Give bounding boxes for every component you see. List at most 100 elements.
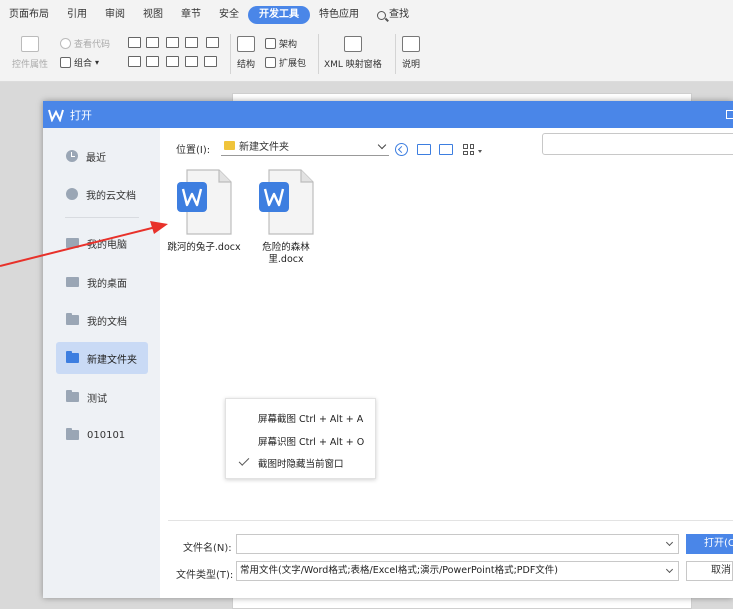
sidebar-item-010101[interactable]: 010101 [56, 419, 148, 451]
sidebar-item-recent[interactable]: 最近 [56, 140, 148, 172]
sidebar-item-label: 我的云文档 [86, 190, 136, 202]
sidebar-item-label: 测试 [87, 393, 107, 405]
file-name: 危险的森林里.docx [262, 242, 310, 265]
tab-view[interactable]: 视图 [134, 6, 172, 24]
filename-input[interactable] [236, 534, 679, 554]
image-control-icon[interactable] [166, 37, 179, 48]
cloud-icon [66, 188, 78, 200]
dialog-title: 打开 [70, 108, 92, 122]
check-icon [238, 455, 250, 466]
date-control-icon[interactable] [166, 56, 179, 67]
clock-icon [66, 150, 78, 162]
combo-control-icon[interactable] [128, 56, 141, 67]
control-properties-label: 控件属性 [12, 60, 49, 70]
filename-label: 文件名(N): [183, 543, 232, 554]
view-code-button[interactable]: 查看代码 [60, 37, 110, 50]
sidebar-item-my-documents[interactable]: 我的文档 [56, 304, 148, 336]
xml-mapping-label: XML 映射窗格 [324, 60, 382, 70]
view-mode-dropdown-icon[interactable] [478, 150, 482, 153]
group-button[interactable]: 组合 ▾ [60, 56, 99, 69]
help-icon [402, 36, 420, 52]
sidebar-item-label: 010101 [87, 429, 126, 441]
ribbon-tabs: 页面布局 引用 审阅 视图 章节 安全 开发工具 特色应用 查找 [0, 0, 733, 30]
toolbar-divider [395, 34, 396, 74]
control-properties-icon [21, 36, 39, 52]
group-icon [60, 57, 71, 68]
screenshot-context-menu: 屏幕截图 Ctrl + Alt + A 屏幕识图 Ctrl + Alt + O … [225, 398, 376, 479]
help-button[interactable]: 说明 [402, 36, 420, 70]
tab-developer-tools[interactable]: 开发工具 [248, 6, 310, 24]
desktop-icon [66, 277, 79, 287]
wps-writer-icon [48, 109, 64, 122]
architecture-button[interactable]: 架构 [265, 37, 297, 50]
filetype-value: 常用文件(文字/Word格式;表格/Excel格式;演示/PowerPoint格… [240, 565, 559, 576]
word-document-icon [177, 169, 232, 235]
tab-featured-apps[interactable]: 特色应用 [310, 6, 368, 24]
group-dropdown-icon: ▾ [95, 58, 100, 67]
file-item[interactable]: 危险的森林里.docx [246, 168, 326, 266]
tab-chapter[interactable]: 章节 [172, 6, 210, 24]
ribbon-toolbar: 控件属性 查看代码 组合 ▾ 结构 架构 扩展包 XML 映射窗格 说明 [0, 32, 733, 78]
dialog-search-input[interactable] [542, 133, 733, 155]
control-properties-button[interactable]: 控件属性 [12, 36, 48, 70]
extension-pack-button[interactable]: 扩展包 [265, 56, 306, 69]
cancel-button[interactable]: 取消 [686, 561, 733, 581]
location-value: 新建文件夹 [239, 142, 289, 153]
sidebar-item-label: 我的文档 [87, 316, 127, 328]
text-control-icon[interactable] [128, 37, 141, 48]
sidebar-item-test[interactable]: 测试 [56, 381, 148, 413]
help-label: 说明 [402, 60, 421, 70]
tab-find-label: 查找 [389, 9, 409, 20]
view-mode-icon[interactable] [463, 144, 474, 155]
footer-divider [168, 520, 733, 521]
more-controls-icon[interactable] [204, 56, 217, 67]
gallery-control-icon[interactable] [185, 37, 198, 48]
structure-button[interactable]: 结构 [237, 36, 255, 70]
chevron-down-icon [377, 140, 387, 150]
filetype-select[interactable]: 常用文件(文字/Word格式;表格/Excel格式;演示/PowerPoint格… [236, 561, 679, 581]
ribbon: 页面布局 引用 审阅 视图 章节 安全 开发工具 特色应用 查找 控件属性 查看… [0, 0, 733, 82]
extension-pack-label: 扩展包 [279, 59, 307, 69]
tab-find[interactable]: 查找 [368, 6, 418, 24]
architecture-icon [265, 38, 276, 49]
sidebar-item-new-folder[interactable]: 新建文件夹 [56, 342, 148, 374]
legacy-control-icon[interactable] [185, 56, 198, 67]
open-button[interactable]: 打开(O) [686, 534, 733, 554]
rich-text-control-icon[interactable] [146, 37, 159, 48]
sidebar-item-label: 我的桌面 [87, 278, 127, 290]
open-dialog: 打开 最近 我的云文档 我的电脑 我的桌面 我的文档 新建文件夹 测试 0101… [43, 101, 733, 598]
sidebar-item-label: 新建文件夹 [87, 354, 137, 366]
sidebar-item-cloud-docs[interactable]: 我的云文档 [56, 178, 148, 210]
folder-icon [224, 141, 235, 150]
tab-references[interactable]: 引用 [58, 6, 96, 24]
structure-label: 结构 [237, 60, 256, 70]
maximize-icon[interactable] [726, 110, 733, 119]
annotation-arrow-icon [0, 221, 168, 267]
view-code-icon [60, 38, 71, 49]
menu-item-hide-window[interactable]: 截图时隐藏当前窗口 [258, 456, 344, 470]
tab-security[interactable]: 安全 [210, 6, 248, 24]
location-dropdown[interactable]: 新建文件夹 [221, 136, 389, 156]
sidebar-item-label: 最近 [86, 152, 106, 164]
dialog-sidebar: 最近 我的云文档 我的电脑 我的桌面 我的文档 新建文件夹 测试 010101 [43, 128, 160, 598]
extension-pack-icon [265, 57, 276, 68]
list-control-icon[interactable] [146, 56, 159, 67]
dialog-title-bar[interactable]: 打开 [43, 101, 733, 128]
tab-review[interactable]: 审阅 [96, 6, 134, 24]
chevron-down-icon [665, 538, 674, 547]
chevron-down-icon [665, 565, 674, 574]
menu-item-screen-recognition[interactable]: 屏幕识图 Ctrl + Alt + O [258, 434, 364, 448]
toolbar-divider [230, 34, 231, 74]
new-folder-icon[interactable] [439, 144, 453, 155]
tab-page-layout[interactable]: 页面布局 [0, 6, 58, 24]
checkbox-control-icon[interactable] [206, 37, 219, 48]
up-folder-icon[interactable] [417, 144, 431, 155]
xml-mapping-pane-button[interactable]: XML 映射窗格 [324, 36, 382, 70]
word-document-icon [259, 169, 314, 235]
view-code-label: 查看代码 [74, 40, 111, 50]
folder-icon [66, 390, 79, 402]
xml-mapping-icon [343, 36, 362, 52]
menu-item-screenshot[interactable]: 屏幕截图 Ctrl + Alt + A [258, 411, 363, 425]
back-icon[interactable] [395, 143, 408, 156]
group-label: 组合 [74, 59, 93, 69]
